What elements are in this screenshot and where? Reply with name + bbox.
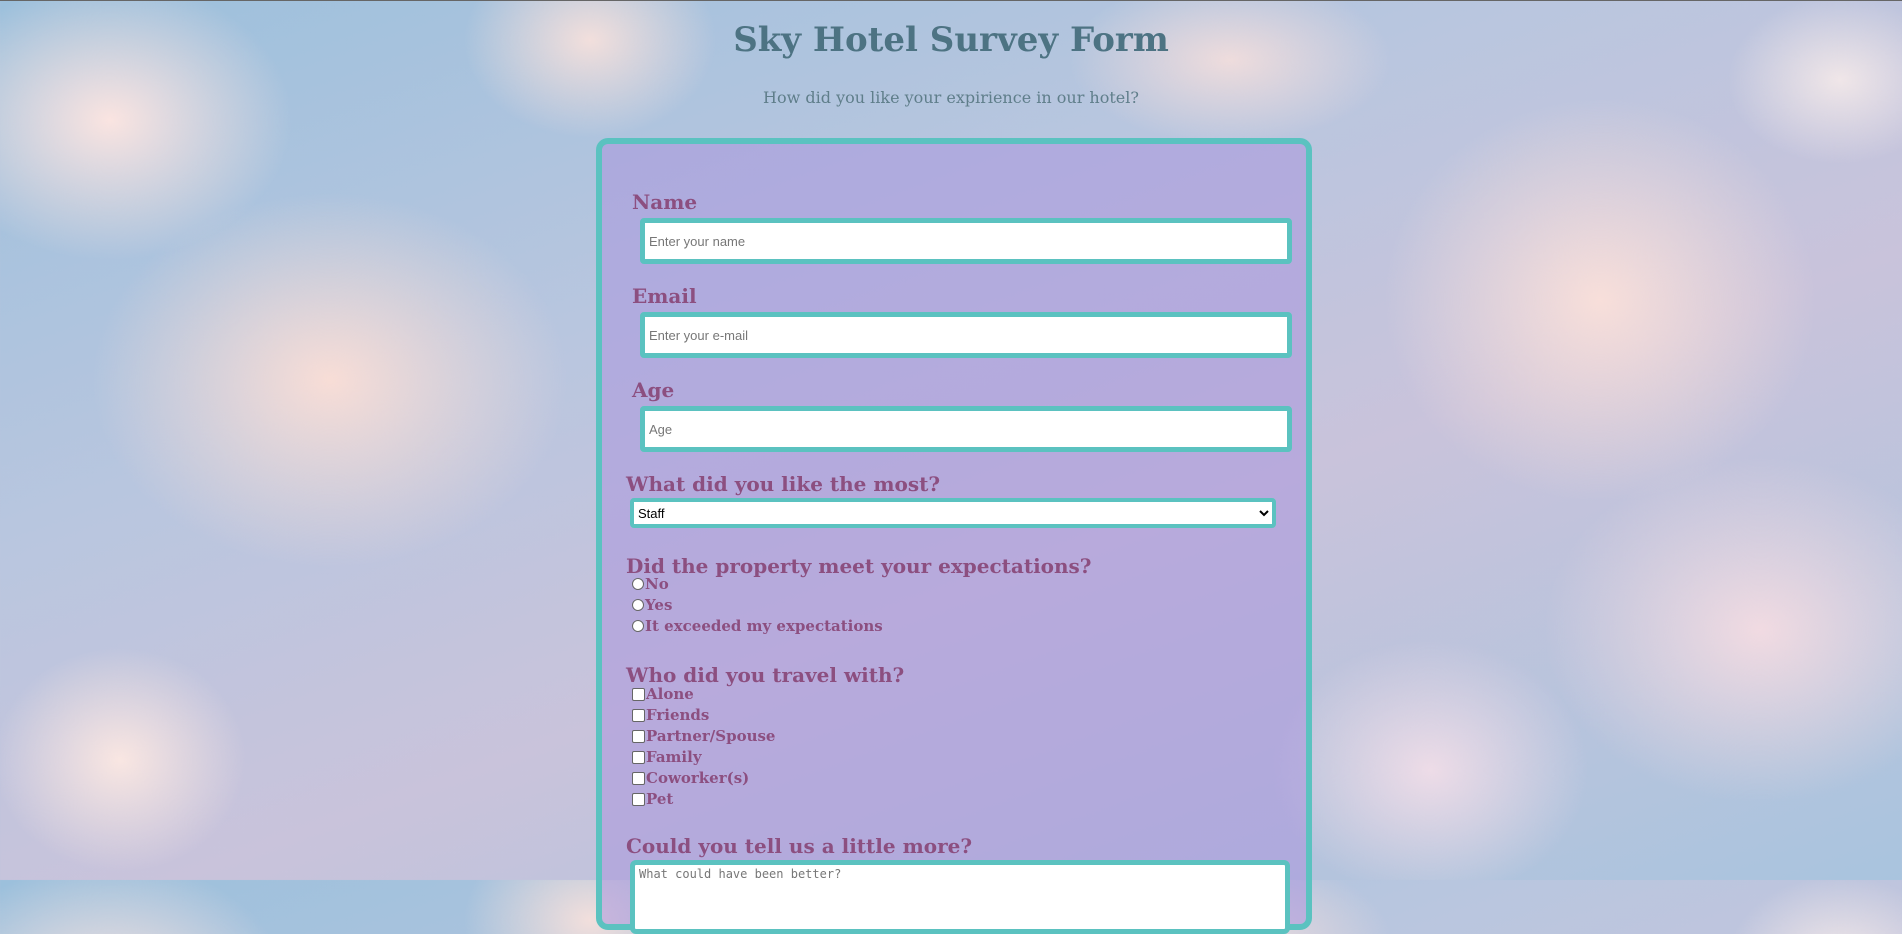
name-input[interactable] [640, 218, 1292, 264]
tell-more-textarea[interactable] [630, 860, 1290, 934]
travel-option-pet[interactable]: Pet [632, 789, 673, 809]
top-divider [0, 0, 1902, 1]
checkbox[interactable] [632, 687, 645, 701]
radio-button[interactable] [632, 620, 644, 632]
page-title: Sky Hotel Survey Form [733, 20, 1169, 60]
expectations-option-label: Yes [645, 596, 673, 614]
checkbox[interactable] [632, 729, 645, 743]
email-input[interactable] [640, 312, 1292, 358]
expectations-option-yes[interactable]: Yes [632, 595, 672, 615]
travel-option-label: Friends [646, 706, 710, 724]
travel-option-label: Coworker(s) [646, 769, 750, 787]
like-most-question: What did you like the most? [626, 472, 941, 496]
checkbox[interactable] [632, 771, 645, 785]
name-label: Name [632, 190, 698, 214]
radio-button[interactable] [632, 599, 644, 611]
like-most-select[interactable]: Staff [630, 498, 1276, 528]
travel-option-label: Alone [646, 685, 694, 703]
age-input[interactable] [640, 406, 1292, 452]
travel-option-partner[interactable]: Partner/Spouse [632, 726, 775, 746]
expectations-option-no[interactable]: No [632, 574, 669, 594]
travel-option-label: Partner/Spouse [646, 727, 776, 745]
survey-form: Name Email Age What did you like the mos… [596, 138, 1312, 934]
travel-option-label: Family [646, 748, 702, 766]
expectations-option-exceeded[interactable]: It exceeded my expectations [632, 616, 883, 636]
radio-button[interactable] [632, 578, 644, 590]
tell-more-question: Could you tell us a little more? [626, 834, 973, 858]
expectations-option-label: It exceeded my expectations [645, 617, 883, 635]
travel-option-friends[interactable]: Friends [632, 705, 709, 725]
page-subtitle: How did you like your expirience in our … [763, 88, 1139, 107]
expectations-option-label: No [645, 575, 669, 593]
email-label: Email [632, 284, 697, 308]
travel-option-label: Pet [646, 790, 674, 808]
age-label: Age [632, 378, 675, 402]
checkbox[interactable] [632, 708, 645, 722]
travel-option-coworkers[interactable]: Coworker(s) [632, 768, 749, 788]
expectations-question: Did the property meet your expectations? [626, 554, 1092, 578]
checkbox[interactable] [632, 750, 645, 764]
checkbox[interactable] [632, 792, 645, 806]
travel-option-alone[interactable]: Alone [632, 684, 694, 704]
travel-option-family[interactable]: Family [632, 747, 702, 767]
